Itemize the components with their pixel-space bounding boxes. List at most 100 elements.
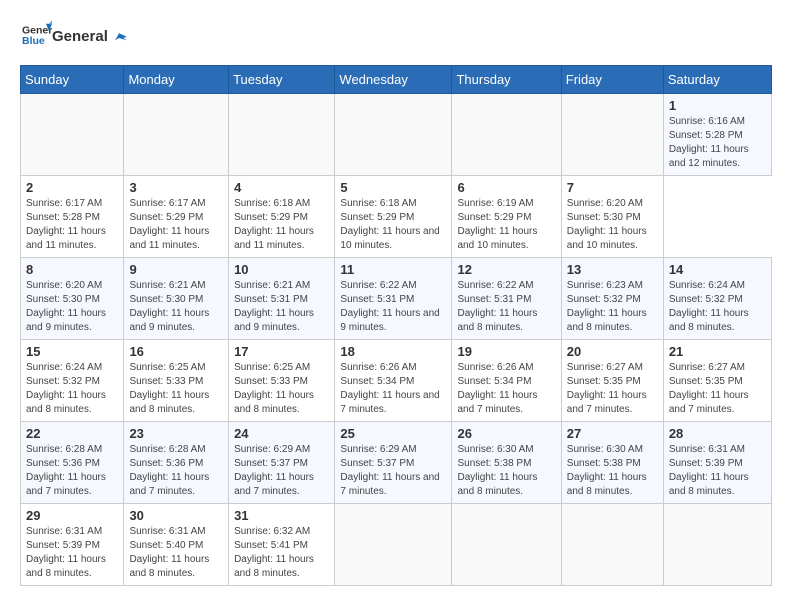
calendar-day-cell: 7 Sunrise: 6:20 AM Sunset: 5:30 PM Dayli… — [561, 176, 663, 258]
day-number: 3 — [129, 180, 223, 195]
calendar-day-cell: 8 Sunrise: 6:20 AM Sunset: 5:30 PM Dayli… — [21, 258, 124, 340]
cell-sunrise: Sunrise: 6:30 AM — [457, 444, 533, 455]
cell-daylight: Daylight: 11 hours and 7 minutes. — [457, 390, 537, 415]
cell-sunrise: Sunrise: 6:18 AM — [234, 198, 310, 209]
day-number: 15 — [26, 344, 118, 359]
cell-sunset: Sunset: 5:36 PM — [26, 458, 100, 469]
day-number: 23 — [129, 426, 223, 441]
cell-daylight: Daylight: 11 hours and 7 minutes. — [234, 472, 314, 497]
cell-sunrise: Sunrise: 6:28 AM — [26, 444, 102, 455]
day-number: 11 — [340, 262, 446, 277]
calendar-day-cell: 14 Sunrise: 6:24 AM Sunset: 5:32 PM Dayl… — [663, 258, 771, 340]
cell-sunrise: Sunrise: 6:23 AM — [567, 280, 643, 291]
cell-daylight: Daylight: 11 hours and 7 minutes. — [26, 472, 106, 497]
cell-sunset: Sunset: 5:32 PM — [669, 294, 743, 305]
cell-sunset: Sunset: 5:39 PM — [26, 540, 100, 551]
calendar-day-cell: 26 Sunrise: 6:30 AM Sunset: 5:38 PM Dayl… — [452, 422, 561, 504]
cell-sunset: Sunset: 5:30 PM — [26, 294, 100, 305]
day-number: 31 — [234, 508, 329, 523]
cell-daylight: Daylight: 11 hours and 11 minutes. — [129, 226, 209, 251]
page-header: General Blue General — [20, 20, 772, 55]
cell-sunrise: Sunrise: 6:26 AM — [457, 362, 533, 373]
cell-sunrise: Sunrise: 6:24 AM — [26, 362, 102, 373]
day-number: 5 — [340, 180, 446, 195]
cell-sunrise: Sunrise: 6:21 AM — [129, 280, 205, 291]
day-number: 30 — [129, 508, 223, 523]
cell-sunset: Sunset: 5:33 PM — [234, 376, 308, 387]
cell-sunset: Sunset: 5:29 PM — [234, 212, 308, 223]
cell-sunrise: Sunrise: 6:32 AM — [234, 526, 310, 537]
cell-sunset: Sunset: 5:32 PM — [567, 294, 641, 305]
cell-sunset: Sunset: 5:32 PM — [26, 376, 100, 387]
day-number: 1 — [669, 98, 766, 113]
empty-cell — [335, 94, 452, 176]
calendar-day-cell: 29 Sunrise: 6:31 AM Sunset: 5:39 PM Dayl… — [21, 504, 124, 586]
day-number: 28 — [669, 426, 766, 441]
svg-text:Blue: Blue — [22, 35, 45, 47]
cell-daylight: Daylight: 11 hours and 8 minutes. — [234, 554, 314, 579]
empty-cell — [21, 94, 124, 176]
calendar-day-cell: 3 Sunrise: 6:17 AM Sunset: 5:29 PM Dayli… — [124, 176, 229, 258]
calendar-day-cell: 6 Sunrise: 6:19 AM Sunset: 5:29 PM Dayli… — [452, 176, 561, 258]
day-header-friday: Friday — [561, 66, 663, 94]
day-header-thursday: Thursday — [452, 66, 561, 94]
cell-daylight: Daylight: 11 hours and 8 minutes. — [457, 472, 537, 497]
cell-daylight: Daylight: 11 hours and 9 minutes. — [129, 308, 209, 333]
cell-sunset: Sunset: 5:31 PM — [457, 294, 531, 305]
cell-sunrise: Sunrise: 6:25 AM — [234, 362, 310, 373]
day-number: 12 — [457, 262, 555, 277]
cell-sunrise: Sunrise: 6:29 AM — [234, 444, 310, 455]
cell-sunrise: Sunrise: 6:18 AM — [340, 198, 416, 209]
calendar-day-cell: 22 Sunrise: 6:28 AM Sunset: 5:36 PM Dayl… — [21, 422, 124, 504]
calendar-week-row: 8 Sunrise: 6:20 AM Sunset: 5:30 PM Dayli… — [21, 258, 772, 340]
day-number: 8 — [26, 262, 118, 277]
cell-daylight: Daylight: 11 hours and 7 minutes. — [340, 390, 439, 415]
day-number: 18 — [340, 344, 446, 359]
cell-sunset: Sunset: 5:39 PM — [669, 458, 743, 469]
cell-daylight: Daylight: 11 hours and 12 minutes. — [669, 144, 749, 169]
calendar-day-cell: 23 Sunrise: 6:28 AM Sunset: 5:36 PM Dayl… — [124, 422, 229, 504]
cell-sunset: Sunset: 5:33 PM — [129, 376, 203, 387]
calendar-day-cell: 18 Sunrise: 6:26 AM Sunset: 5:34 PM Dayl… — [335, 340, 452, 422]
day-number: 21 — [669, 344, 766, 359]
logo-icon: General Blue — [22, 20, 52, 50]
calendar-day-cell: 16 Sunrise: 6:25 AM Sunset: 5:33 PM Dayl… — [124, 340, 229, 422]
calendar-day-cell: 25 Sunrise: 6:29 AM Sunset: 5:37 PM Dayl… — [335, 422, 452, 504]
cell-sunrise: Sunrise: 6:17 AM — [26, 198, 102, 209]
cell-sunrise: Sunrise: 6:26 AM — [340, 362, 416, 373]
calendar-week-row: 29 Sunrise: 6:31 AM Sunset: 5:39 PM Dayl… — [21, 504, 772, 586]
cell-sunset: Sunset: 5:31 PM — [340, 294, 414, 305]
cell-sunrise: Sunrise: 6:24 AM — [669, 280, 745, 291]
cell-sunrise: Sunrise: 6:17 AM — [129, 198, 205, 209]
calendar-day-cell: 5 Sunrise: 6:18 AM Sunset: 5:29 PM Dayli… — [335, 176, 452, 258]
cell-sunset: Sunset: 5:31 PM — [234, 294, 308, 305]
day-number: 4 — [234, 180, 329, 195]
day-number: 25 — [340, 426, 446, 441]
cell-sunrise: Sunrise: 6:31 AM — [26, 526, 102, 537]
empty-cell — [335, 504, 452, 586]
cell-sunset: Sunset: 5:37 PM — [340, 458, 414, 469]
calendar-header-row: SundayMondayTuesdayWednesdayThursdayFrid… — [21, 66, 772, 94]
cell-sunset: Sunset: 5:28 PM — [26, 212, 100, 223]
cell-daylight: Daylight: 11 hours and 9 minutes. — [340, 308, 439, 333]
calendar-day-cell: 11 Sunrise: 6:22 AM Sunset: 5:31 PM Dayl… — [335, 258, 452, 340]
calendar-day-cell: 17 Sunrise: 6:25 AM Sunset: 5:33 PM Dayl… — [229, 340, 335, 422]
day-header-saturday: Saturday — [663, 66, 771, 94]
cell-daylight: Daylight: 11 hours and 8 minutes. — [567, 472, 647, 497]
cell-sunrise: Sunrise: 6:27 AM — [567, 362, 643, 373]
calendar-week-row: 1 Sunrise: 6:16 AM Sunset: 5:28 PM Dayli… — [21, 94, 772, 176]
cell-sunrise: Sunrise: 6:20 AM — [567, 198, 643, 209]
empty-cell — [663, 504, 771, 586]
cell-sunrise: Sunrise: 6:28 AM — [129, 444, 205, 455]
cell-daylight: Daylight: 11 hours and 8 minutes. — [669, 308, 749, 333]
cell-daylight: Daylight: 11 hours and 7 minutes. — [669, 390, 749, 415]
cell-sunrise: Sunrise: 6:29 AM — [340, 444, 416, 455]
cell-sunrise: Sunrise: 6:27 AM — [669, 362, 745, 373]
cell-sunset: Sunset: 5:38 PM — [457, 458, 531, 469]
cell-daylight: Daylight: 11 hours and 8 minutes. — [129, 390, 209, 415]
logo: General Blue General — [20, 20, 128, 55]
cell-daylight: Daylight: 11 hours and 8 minutes. — [669, 472, 749, 497]
calendar-day-cell: 21 Sunrise: 6:27 AM Sunset: 5:35 PM Dayl… — [663, 340, 771, 422]
cell-sunset: Sunset: 5:35 PM — [567, 376, 641, 387]
day-number: 27 — [567, 426, 658, 441]
